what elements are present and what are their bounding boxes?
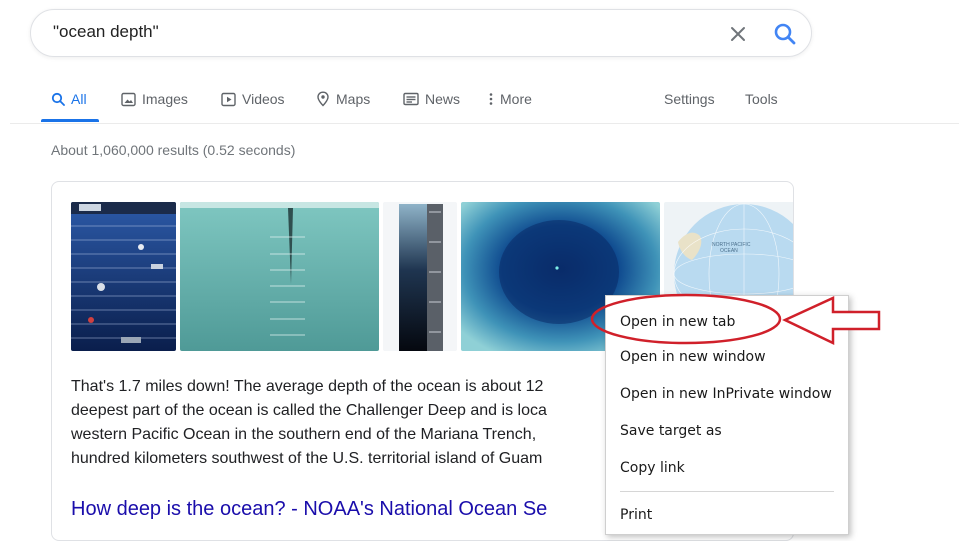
result-stats: About 1,060,000 results (0.52 seconds) — [51, 142, 296, 158]
snippet-line: hundred kilometers southwest of the U.S.… — [71, 450, 543, 467]
menu-item-open-new-window[interactable]: Open in new window — [606, 341, 848, 373]
tab-label: Images — [142, 91, 188, 107]
tab-all[interactable]: All — [51, 88, 87, 110]
image-thumbnail-depth-illustration[interactable] — [180, 202, 379, 351]
news-icon — [403, 92, 419, 106]
divider — [10, 123, 959, 124]
settings-link[interactable]: Settings — [664, 88, 715, 110]
close-icon[interactable] — [727, 23, 749, 45]
menu-item-open-new-tab[interactable]: Open in new tab — [606, 306, 848, 338]
map-pin-icon — [317, 91, 329, 107]
menu-item-save-target[interactable]: Save target as — [606, 415, 848, 447]
tab-more[interactable]: More — [488, 88, 532, 110]
map-label: OCEAN — [720, 248, 738, 254]
tab-label: Maps — [336, 91, 371, 107]
snippet-text: That's 1.7 miles down! The average depth… — [71, 375, 631, 471]
snippet-line: That's 1.7 miles down! The average depth… — [71, 378, 544, 395]
tab-label: All — [71, 91, 87, 107]
tab-label: Videos — [242, 91, 285, 107]
snippet-line: western Pacific Ocean in the southern en… — [71, 426, 537, 443]
image-thumbnail-depth-gauge[interactable] — [383, 202, 457, 351]
tab-news[interactable]: News — [403, 88, 460, 110]
active-tab-indicator — [41, 119, 99, 122]
search-icon[interactable] — [772, 21, 798, 47]
play-icon — [221, 92, 236, 106]
search-box[interactable] — [30, 9, 812, 57]
tab-images[interactable]: Images — [121, 88, 188, 110]
menu-item-open-inprivate[interactable]: Open in new InPrivate window — [606, 378, 848, 410]
search-input[interactable] — [53, 22, 653, 42]
menu-separator — [620, 491, 834, 492]
menu-item-copy-link[interactable]: Copy link — [606, 452, 848, 484]
image-icon — [121, 92, 136, 106]
tab-maps[interactable]: Maps — [316, 88, 370, 110]
result-link-title[interactable]: How deep is the ocean? - NOAA's National… — [71, 498, 547, 521]
menu-item-print[interactable]: Print — [606, 499, 848, 531]
tab-label: More — [500, 91, 532, 107]
context-menu: Open in new tab Open in new window Open … — [605, 295, 849, 535]
search-tabs: All Images Videos Maps News More Setting… — [0, 88, 959, 124]
tab-videos[interactable]: Videos — [221, 88, 285, 110]
tools-link[interactable]: Tools — [745, 88, 778, 110]
snippet-line: deepest part of the ocean is called the … — [71, 402, 547, 419]
search-icon — [51, 92, 65, 106]
more-vert-icon — [489, 93, 493, 105]
tab-label: News — [425, 91, 461, 107]
image-thumbnail-depth-chart[interactable] — [71, 202, 176, 351]
